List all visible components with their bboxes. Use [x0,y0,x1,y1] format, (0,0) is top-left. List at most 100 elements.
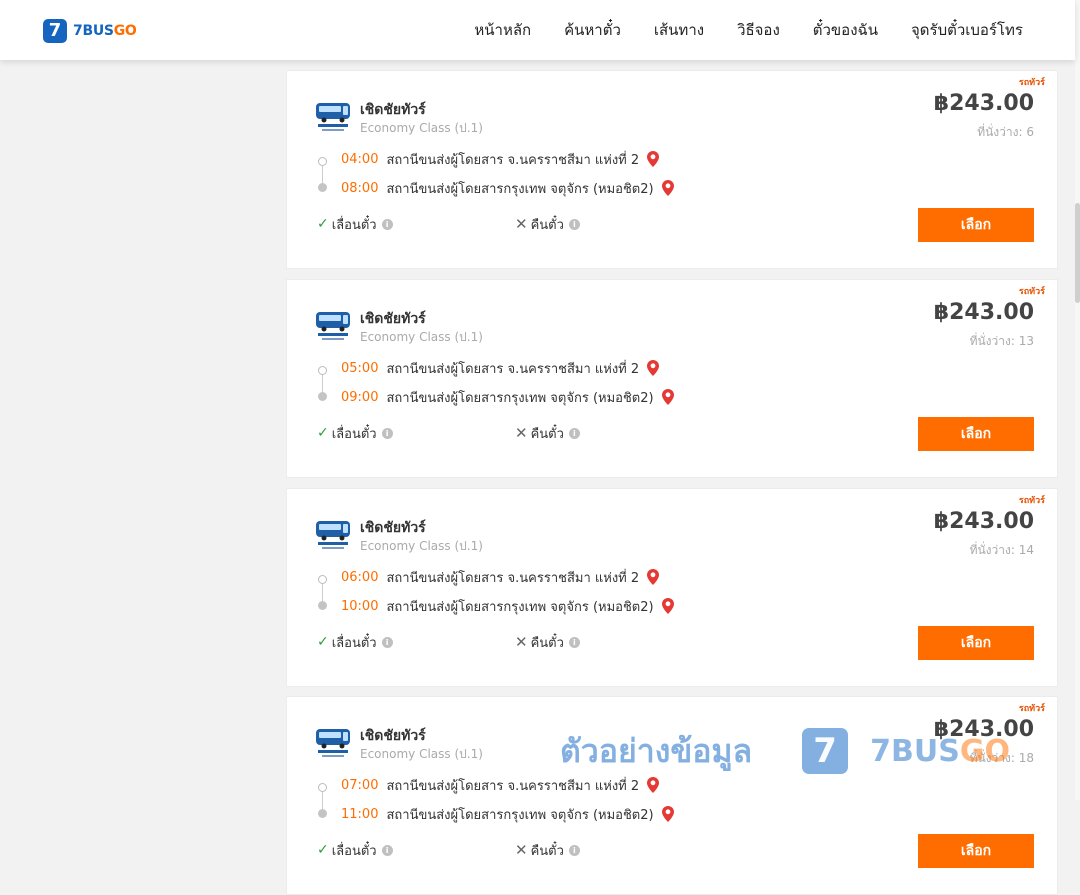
ticket-price: ฿243.00 [933,509,1034,534]
site-logo[interactable]: 7 7BUSGO [43,19,137,43]
departure-dot [318,366,327,375]
trip-card: รถทัวร์ เชิดชัยทัวร์ Economy Class (ป.1)… [286,488,1058,687]
nav-pickup-points[interactable]: จุดรับตั๋วเบอร์โทร [911,18,1023,42]
departure-time: 05:00 [341,360,379,376]
map-pin-icon[interactable] [647,151,660,167]
scrollbar-thumb[interactable] [1075,203,1080,303]
departure-stop: 06:00 สถานีขนส่งผู้โดยสาร จ.นครราชสีมา แ… [341,568,660,586]
operator-logo-icon [316,729,350,757]
info-icon[interactable]: i [568,636,580,648]
nav-routes[interactable]: เส้นทาง [654,18,704,42]
seats-available: ที่นั่งว่าง: 18 [969,751,1034,765]
reschedule-label: เลื่อนตั๋ว [331,843,377,859]
trip-card: รถทัวร์ เชิดชัยทัวร์ Economy Class (ป.1)… [286,696,1058,895]
ticket-price: ฿243.00 [933,300,1034,325]
arrival-stop: 10:00 สถานีขนส่งผู้โดยสารกรุงเทพ จตุจักร… [341,597,674,615]
map-pin-icon[interactable] [647,777,660,793]
refund-policy: ✕ คืนตั๋ว i [515,424,580,442]
route-timeline [318,366,328,401]
arrival-station: สถานีขนส่งผู้โดยสารกรุงเทพ จตุจักร (หมอช… [386,807,654,823]
reschedule-label: เลื่อนตั๋ว [331,426,377,442]
check-icon: ✓ [317,634,329,650]
reschedule-policy: ✓ เลื่อนตั๋ว i [317,633,393,651]
info-icon[interactable]: i [381,427,393,439]
arrival-time: 08:00 [341,180,379,196]
cross-icon: ✕ [515,424,528,442]
info-icon[interactable]: i [568,844,580,856]
refund-label: คืนตั๋ว [530,843,564,859]
refund-label: คืนตั๋ว [530,217,564,233]
departure-time: 06:00 [341,569,379,585]
nav-menu: หน้าหลัก ค้นหาตั๋ว เส้นทาง วิธีจอง ตั๋วข… [474,0,1023,60]
map-pin-icon[interactable] [661,806,674,822]
bus-class: Economy Class (ป.1) [360,539,483,553]
refund-policy: ✕ คืนตั๋ว i [515,841,580,859]
reschedule-policy: ✓ เลื่อนตั๋ว i [317,424,393,442]
arrival-time: 11:00 [341,806,379,822]
ticket-price: ฿243.00 [933,91,1034,116]
nav-home[interactable]: หน้าหลัก [474,18,531,42]
trip-type-tag: รถทัวร์ [1018,78,1045,88]
operator-name: เชิดชัยทัวร์ [360,311,426,327]
arrival-stop: 08:00 สถานีขนส่งผู้โดยสารกรุงเทพ จตุจักร… [341,179,674,197]
departure-dot [318,157,327,166]
seats-available: ที่นั่งว่าง: 13 [969,334,1034,348]
logo-text: 7BUSGO [73,23,137,39]
reschedule-policy: ✓ เลื่อนตั๋ว i [317,841,393,859]
operator-name: เชิดชัยทัวร์ [360,728,426,744]
route-timeline [318,157,328,192]
bus-class: Economy Class (ป.1) [360,121,483,135]
top-navbar: 7 7BUSGO หน้าหลัก ค้นหาตั๋ว เส้นทาง วิธี… [0,0,1075,60]
page-scrollbar[interactable] [1075,0,1080,800]
select-trip-button[interactable]: เลือก [918,626,1034,660]
trip-type-tag: รถทัวร์ [1018,704,1045,714]
map-pin-icon[interactable] [647,569,660,585]
arrival-dot [318,183,327,192]
trip-type-tag: รถทัวร์ [1018,496,1045,506]
info-icon[interactable]: i [381,844,393,856]
arrival-station: สถานีขนส่งผู้โดยสารกรุงเทพ จตุจักร (หมอช… [386,599,654,615]
operator-logo-icon [316,312,350,340]
map-pin-icon[interactable] [661,598,674,614]
nav-search-ticket[interactable]: ค้นหาตั๋ว [564,18,621,42]
departure-stop: 07:00 สถานีขนส่งผู้โดยสาร จ.นครราชสีมา แ… [341,776,660,794]
cross-icon: ✕ [515,633,528,651]
select-trip-button[interactable]: เลือก [918,417,1034,451]
trip-type-tag: รถทัวร์ [1018,287,1045,297]
operator-logo-icon [316,521,350,549]
info-icon[interactable]: i [381,636,393,648]
arrival-stop: 09:00 สถานีขนส่งผู้โดยสารกรุงเทพ จตุจักร… [341,388,674,406]
departure-time: 04:00 [341,151,379,167]
reschedule-label: เลื่อนตั๋ว [331,217,377,233]
nav-my-tickets[interactable]: ตั๋วของฉัน [813,18,878,42]
info-icon[interactable]: i [568,218,580,230]
reschedule-policy: ✓ เลื่อนตั๋ว i [317,215,393,233]
arrival-dot [318,601,327,610]
select-trip-button[interactable]: เลือก [918,834,1034,868]
arrival-stop: 11:00 สถานีขนส่งผู้โดยสารกรุงเทพ จตุจักร… [341,805,674,823]
nav-how-to-book[interactable]: วิธีจอง [737,18,780,42]
map-pin-icon[interactable] [661,389,674,405]
departure-dot [318,783,327,792]
map-pin-icon[interactable] [661,180,674,196]
arrival-dot [318,809,327,818]
trip-card: รถทัวร์ เชิดชัยทัวร์ Economy Class (ป.1)… [286,70,1058,269]
reschedule-label: เลื่อนตั๋ว [331,635,377,651]
seats-available: ที่นั่งว่าง: 14 [969,543,1034,557]
logo-text-main: 7BUS [73,23,114,39]
departure-station: สถานีขนส่งผู้โดยสาร จ.นครราชสีมา แห่งที่… [386,778,640,794]
arrival-time: 09:00 [341,389,379,405]
operator-name: เชิดชัยทัวร์ [360,102,426,118]
check-icon: ✓ [317,842,329,858]
logo-text-accent: GO [113,23,137,39]
select-trip-button[interactable]: เลือก [918,208,1034,242]
departure-stop: 04:00 สถานีขนส่งผู้โดยสาร จ.นครราชสีมา แ… [341,150,660,168]
info-icon[interactable]: i [381,218,393,230]
logo-badge: 7 [43,19,67,43]
arrival-dot [318,392,327,401]
arrival-station: สถานีขนส่งผู้โดยสารกรุงเทพ จตุจักร (หมอช… [386,181,654,197]
arrival-time: 10:00 [341,598,379,614]
info-icon[interactable]: i [568,427,580,439]
departure-stop: 05:00 สถานีขนส่งผู้โดยสาร จ.นครราชสีมา แ… [341,359,660,377]
map-pin-icon[interactable] [647,360,660,376]
